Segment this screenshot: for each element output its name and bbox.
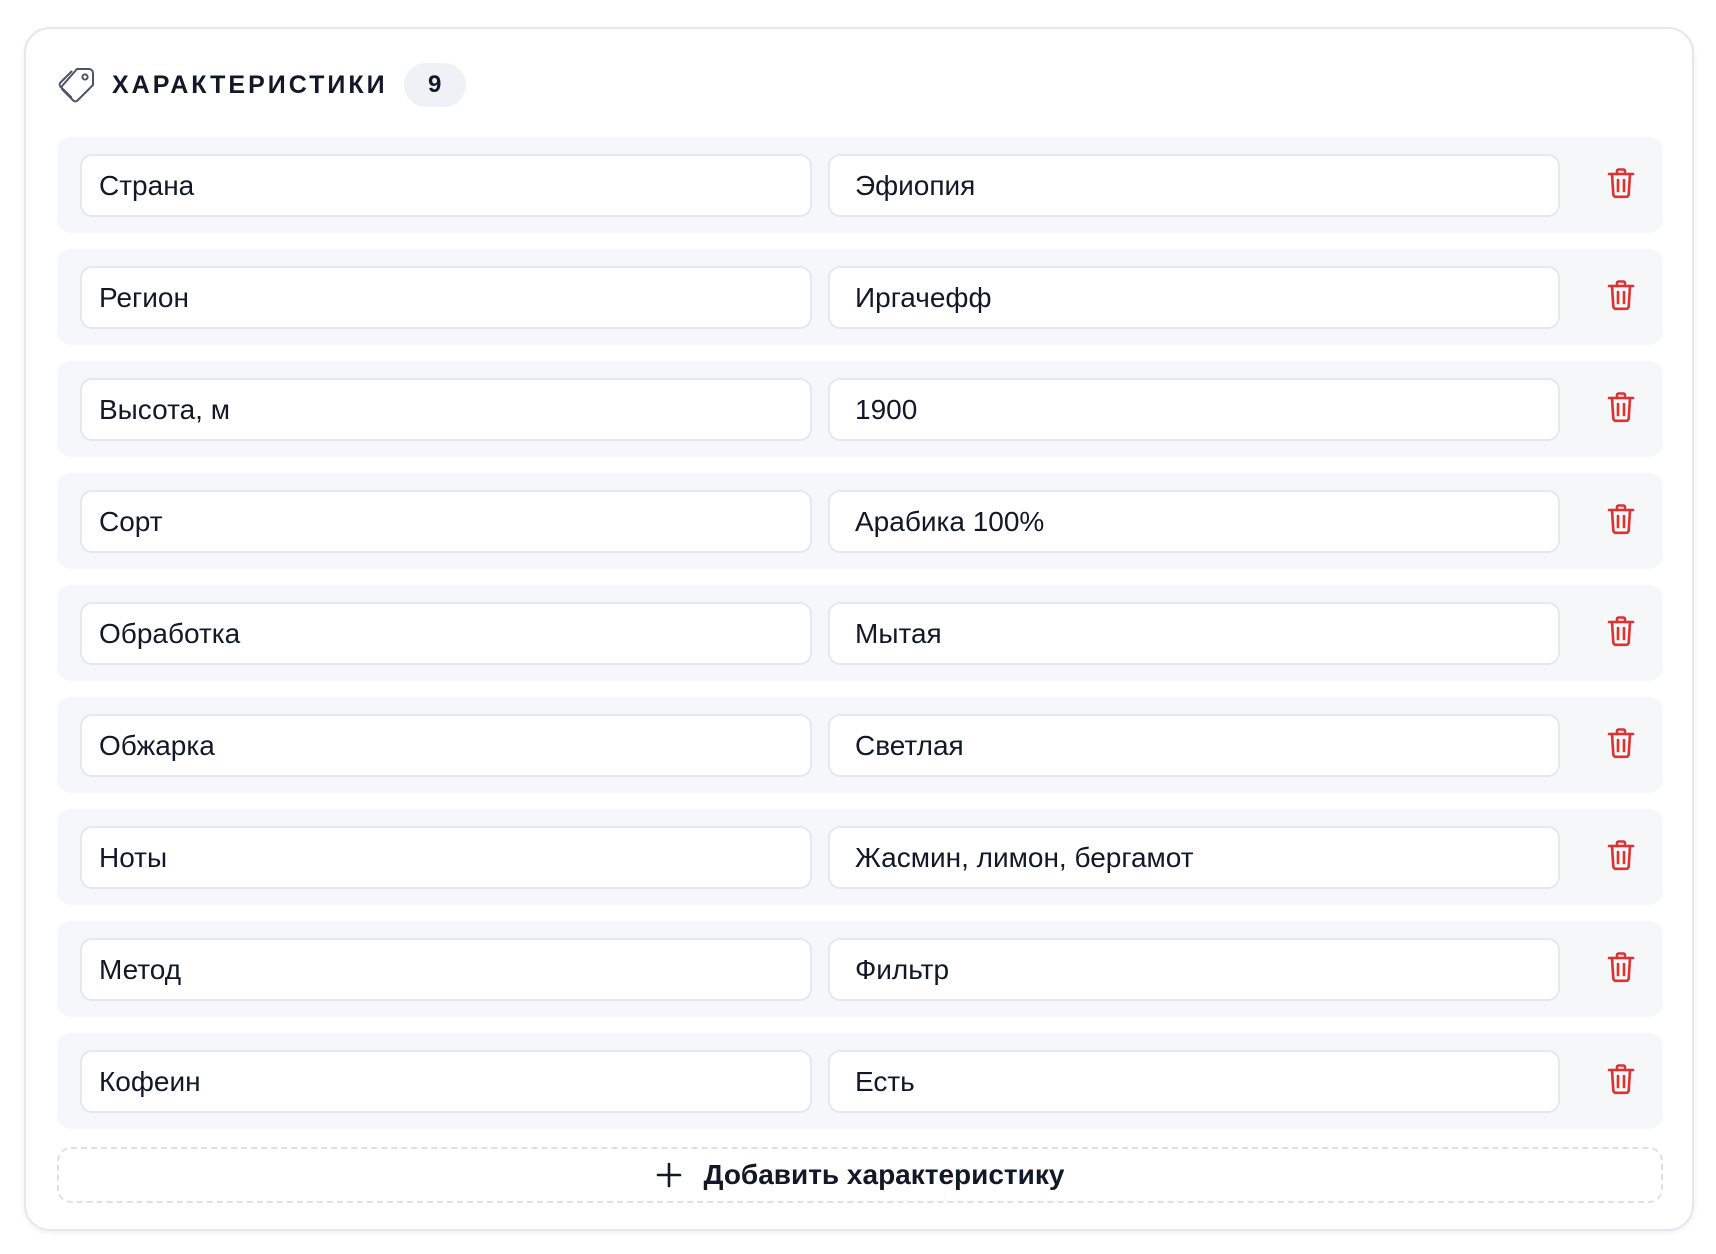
delete-attribute-button[interactable]	[1603, 839, 1639, 875]
attribute-name-input[interactable]: Сорт	[80, 490, 812, 553]
delete-attribute-button[interactable]	[1603, 503, 1639, 539]
attribute-value-input[interactable]: Мытая	[828, 602, 1560, 665]
attribute-name-input[interactable]: Регион	[80, 266, 812, 329]
attribute-value-input[interactable]: Светлая	[828, 714, 1560, 777]
attribute-row: Обработка Мытая	[57, 585, 1663, 681]
attribute-value-input[interactable]: Арабика 100%	[828, 490, 1560, 553]
delete-attribute-button[interactable]	[1603, 391, 1639, 427]
trash-icon	[1607, 391, 1635, 428]
attribute-name-input[interactable]: Метод	[80, 938, 812, 1001]
attribute-name-input[interactable]: Обжарка	[80, 714, 812, 777]
delete-attribute-button[interactable]	[1603, 615, 1639, 651]
delete-attribute-button[interactable]	[1603, 167, 1639, 203]
attribute-name-input[interactable]: Кофеин	[80, 1050, 812, 1113]
attribute-name-input[interactable]: Страна	[80, 154, 812, 217]
attribute-row: Обжарка Светлая	[57, 697, 1663, 793]
delete-attribute-button[interactable]	[1603, 727, 1639, 763]
section-header: ХАРАКТЕРИСТИКИ 9	[58, 63, 466, 107]
trash-icon	[1607, 839, 1635, 876]
plus-icon	[656, 1162, 682, 1188]
trash-icon	[1607, 1063, 1635, 1100]
delete-attribute-button[interactable]	[1603, 279, 1639, 315]
attribute-row: Метод Фильтр	[57, 921, 1663, 1017]
trash-icon	[1607, 727, 1635, 764]
tag-icon	[58, 65, 98, 105]
attribute-value-input[interactable]: Фильтр	[828, 938, 1560, 1001]
attribute-value-input[interactable]: Есть	[828, 1050, 1560, 1113]
trash-icon	[1607, 615, 1635, 652]
attribute-value-input[interactable]: 1900	[828, 378, 1560, 441]
characteristics-card: ХАРАКТЕРИСТИКИ 9 Страна Эфиопия Регион Ирга…	[24, 27, 1694, 1231]
delete-attribute-button[interactable]	[1603, 1063, 1639, 1099]
attribute-row: Регион Иргачефф	[57, 249, 1663, 345]
trash-icon	[1607, 279, 1635, 316]
attribute-row: Страна Эфиопия	[57, 137, 1663, 233]
add-characteristic-label: Добавить характеристику	[703, 1159, 1065, 1190]
delete-attribute-button[interactable]	[1603, 951, 1639, 987]
attribute-list: Страна Эфиопия Регион Иргачефф Высота, м 1900…	[57, 137, 1663, 1145]
section-title: ХАРАКТЕРИСТИКИ	[112, 70, 388, 99]
attribute-row: Ноты Жасмин, лимон, бергамот	[57, 809, 1663, 905]
attribute-row: Кофеин Есть	[57, 1033, 1663, 1129]
attribute-name-input[interactable]: Высота, м	[80, 378, 812, 441]
attribute-value-input[interactable]: Жасмин, лимон, бергамот	[828, 826, 1560, 889]
add-characteristic-button[interactable]: Добавить характеристику	[57, 1147, 1663, 1203]
attribute-value-input[interactable]: Эфиопия	[828, 154, 1560, 217]
attribute-row: Сорт Арабика 100%	[57, 473, 1663, 569]
count-badge: 9	[403, 63, 466, 107]
attribute-name-input[interactable]: Ноты	[80, 826, 812, 889]
trash-icon	[1607, 167, 1635, 204]
attribute-name-input[interactable]: Обработка	[80, 602, 812, 665]
attribute-value-input[interactable]: Иргачефф	[828, 266, 1560, 329]
attribute-row: Высота, м 1900	[57, 361, 1663, 457]
trash-icon	[1607, 951, 1635, 988]
trash-icon	[1607, 503, 1635, 540]
